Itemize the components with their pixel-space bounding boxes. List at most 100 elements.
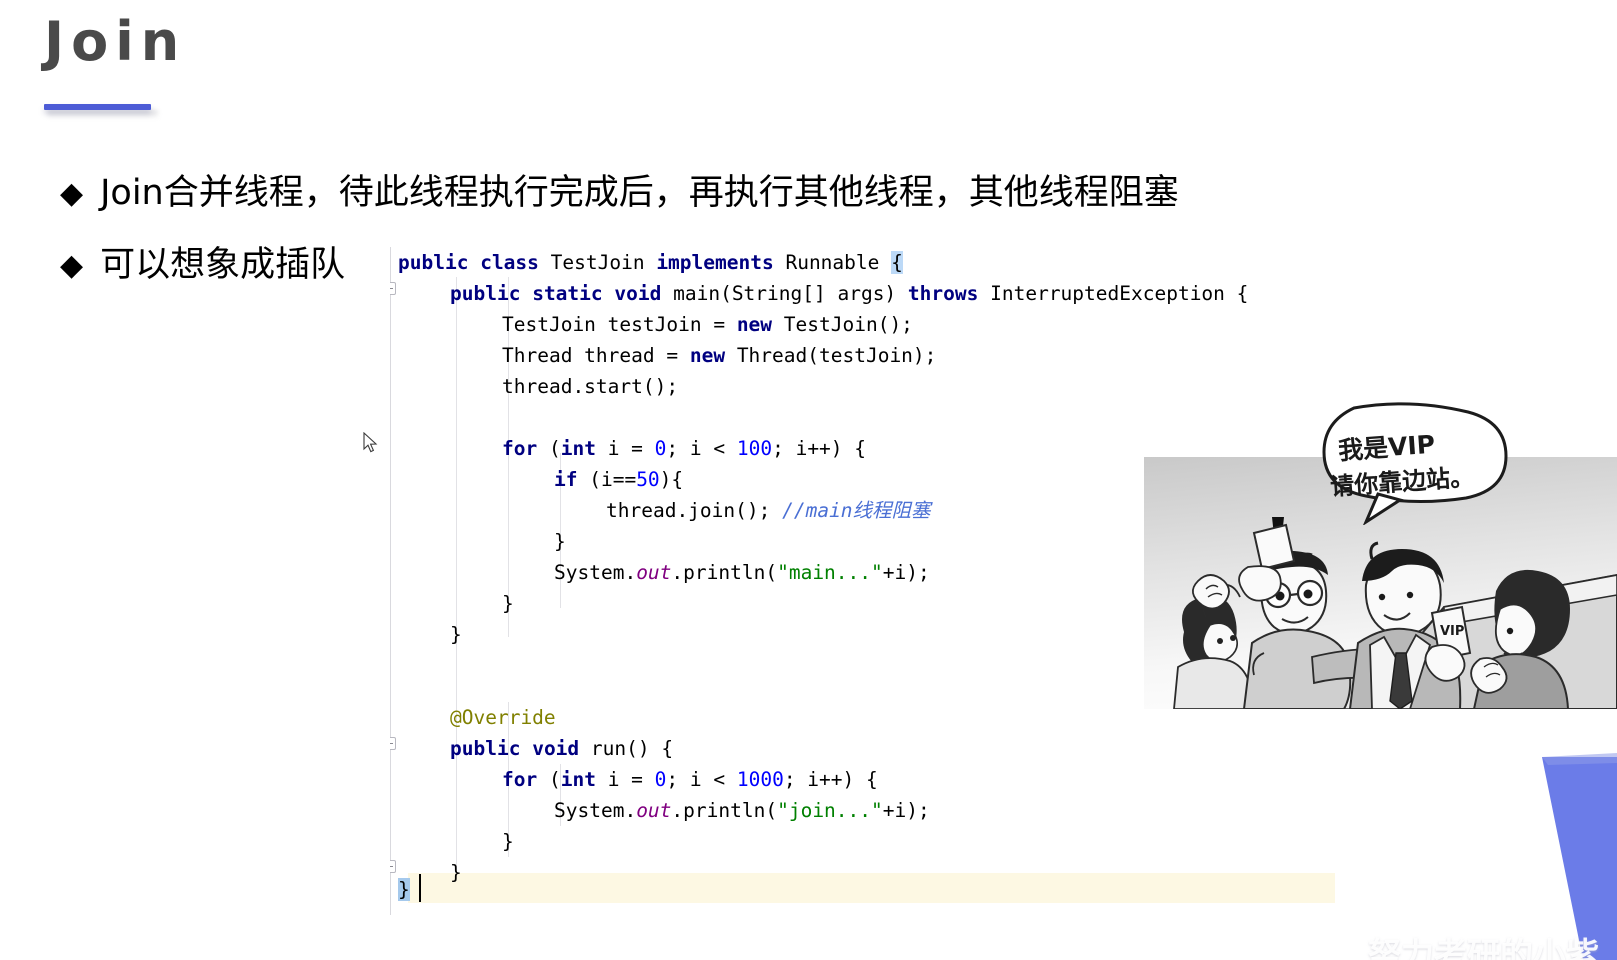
code-token: thread.join(); (606, 499, 783, 522)
code-token: ){ (659, 468, 684, 491)
code-token: .println( (671, 561, 778, 584)
code-token: int (560, 437, 596, 460)
code-token: TestJoin (538, 251, 657, 274)
svg-text:VIP: VIP (1440, 624, 1464, 639)
code-token: +i); (882, 799, 930, 822)
code-line[interactable]: for (int i = 0; i < 1000; i++) { (502, 764, 878, 795)
code-token: throws (907, 282, 979, 305)
indent-guide (456, 277, 457, 889)
editor-current-line-highlight (408, 873, 1335, 903)
text-caret (419, 874, 421, 902)
code-token: 100 (736, 437, 773, 460)
bullet-item-2-label: 可以想象成插队 (100, 245, 346, 285)
code-line[interactable]: public class TestJoin implements Runnabl… (398, 247, 903, 278)
code-token: if (554, 468, 578, 491)
code-token: void (532, 737, 580, 760)
code-token: main(String[] args) (661, 282, 908, 305)
code-token: ; i++) { (783, 768, 878, 791)
code-line[interactable]: } (502, 588, 514, 619)
code-line[interactable]: @Override (450, 702, 556, 733)
code-token: void (614, 282, 662, 305)
code-line[interactable]: } (450, 857, 462, 888)
slide-root: Join ◆ Join合并线程，待此线程执行完成后，再执行其他线程，其他线程阻塞… (0, 0, 1617, 960)
code-token: class (480, 251, 539, 274)
code-token: Runnable (773, 251, 892, 274)
code-token: @Override (450, 706, 556, 729)
code-token: .println( (671, 799, 778, 822)
code-token: public (450, 282, 521, 305)
code-fold-toggle-icon[interactable] (390, 860, 396, 873)
editor-gutter-divider (390, 247, 391, 915)
bullet-item-2: ◆ 可以想象成插队 (60, 245, 345, 287)
mouse-cursor-icon (363, 431, 379, 454)
code-line[interactable]: public void run() { (450, 733, 673, 764)
diamond-bullet-icon: ◆ (60, 176, 84, 211)
code-token: } (554, 530, 566, 553)
code-line[interactable]: if (i==50){ (554, 464, 683, 495)
code-token: } (502, 592, 514, 615)
page-title: Join (44, 10, 187, 73)
code-token: 0 (654, 768, 667, 791)
code-line[interactable]: for (int i = 0; i < 100; i++) { (502, 433, 866, 464)
bullet-item-1: ◆ Join合并线程，待此线程执行完成后，再执行其他线程，其他线程阻塞 (60, 173, 1179, 215)
code-token: TestJoin testJoin = (502, 313, 737, 336)
code-token: "main..." (777, 561, 883, 584)
code-token: } (502, 830, 514, 853)
code-token: "join..." (777, 799, 883, 822)
code-line[interactable]: System.out.println("join..."+i); (554, 795, 930, 826)
code-token: (i== (577, 468, 637, 491)
code-token: //main线程阻塞 (782, 499, 931, 522)
code-line[interactable]: } (450, 619, 462, 650)
code-token: i = (595, 437, 655, 460)
code-token: int (560, 768, 596, 791)
code-token: InterruptedException { (978, 282, 1249, 305)
code-token: i = (595, 768, 655, 791)
code-line[interactable]: } (502, 826, 514, 857)
code-token: ( (537, 437, 561, 460)
code-line[interactable]: thread.start(); (502, 371, 678, 402)
code-token: +i); (882, 561, 930, 584)
code-token: 0 (654, 437, 667, 460)
code-token: new (736, 313, 773, 336)
code-token: out (636, 799, 672, 822)
code-token: 50 (636, 468, 660, 491)
code-token: out (636, 561, 672, 584)
title-rule-shadow (48, 110, 158, 119)
code-token: ; i++) { (772, 437, 867, 460)
code-line[interactable]: thread.join(); //main线程阻塞 (606, 495, 931, 526)
code-token: TestJoin(); (772, 313, 913, 336)
code-token: } (450, 623, 462, 646)
code-line[interactable]: Thread thread = new Thread(testJoin); (502, 340, 936, 371)
code-line[interactable]: public static void main(String[] args) t… (450, 278, 1248, 309)
code-token: for (502, 437, 538, 460)
code-token: System. (554, 799, 637, 822)
code-token: implements (656, 251, 774, 274)
code-token: static (532, 282, 603, 305)
bullet-item-1-label: Join合并线程，待此线程执行完成后，再执行其他线程，其他线程阻塞 (100, 173, 1179, 213)
code-token: new (689, 344, 726, 367)
code-token: run() { (579, 737, 674, 760)
code-line[interactable]: TestJoin testJoin = new TestJoin(); (502, 309, 913, 340)
diamond-bullet-icon: ◆ (60, 248, 84, 283)
code-fold-toggle-icon[interactable] (390, 282, 396, 295)
code-token: for (502, 768, 538, 791)
watermark-text: 努力考研的小紫 (1368, 935, 1599, 960)
code-token: Thread thread = (502, 344, 690, 367)
code-line[interactable]: } (554, 526, 566, 557)
code-token: ( (537, 768, 561, 791)
code-token: 1000 (736, 768, 784, 791)
code-token: { (891, 251, 903, 274)
code-token: ; i < (666, 768, 737, 791)
code-line[interactable]: System.out.println("main..."+i); (554, 557, 930, 588)
code-fold-toggle-icon[interactable] (390, 737, 396, 750)
code-line[interactable]: } (398, 874, 410, 905)
title-underline-accent (44, 104, 151, 110)
code-token: } (450, 861, 462, 884)
code-token: Thread(testJoin); (725, 344, 937, 367)
code-token: public (450, 737, 521, 760)
code-token: thread.start(); (502, 375, 679, 398)
